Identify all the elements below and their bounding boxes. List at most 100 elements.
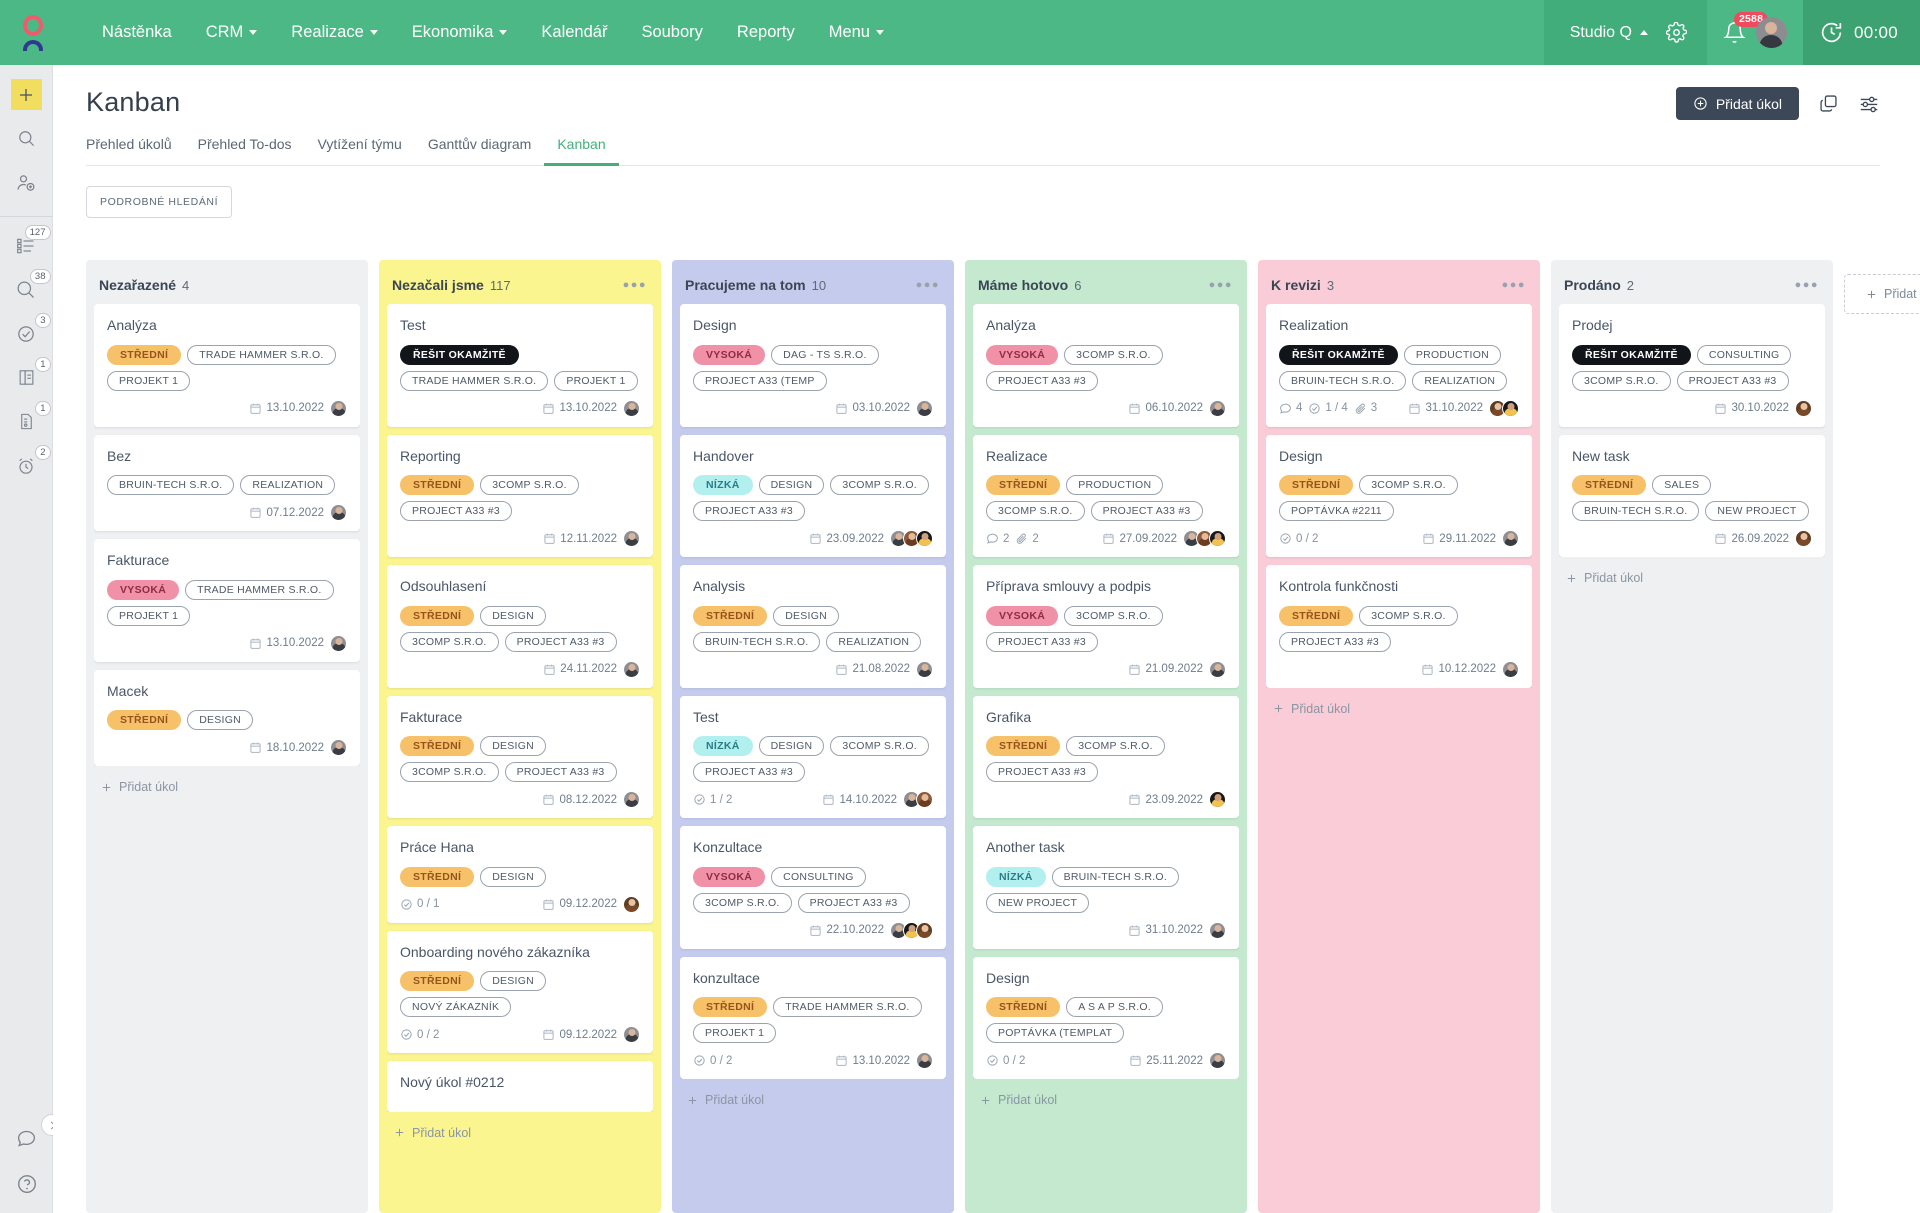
priority-badge: STŘEDNÍ [1279, 606, 1353, 626]
tab-ganttův-diagram[interactable]: Ganttův diagram [415, 136, 545, 166]
task-card[interactable]: RealizaceSTŘEDNÍPRODUCTION3COMP S.R.O.PR… [973, 435, 1239, 558]
assignee-avatars [623, 791, 640, 808]
task-title: Bez [107, 448, 347, 466]
sidebar-help-button[interactable] [11, 1168, 42, 1199]
task-title: Analýza [107, 317, 347, 335]
add-task-button[interactable]: Přidat úkol [1676, 87, 1799, 120]
priority-badge: STŘEDNÍ [693, 606, 767, 626]
nav-item-ekonomika[interactable]: Ekonomika [395, 0, 525, 65]
column-menu-icon[interactable]: ●●● [1502, 279, 1526, 291]
nav-item-realizace[interactable]: Realizace [274, 0, 394, 65]
notifications-button[interactable]: 2588 [1723, 21, 1746, 44]
workspace-label: Studio Q [1570, 24, 1632, 42]
task-card[interactable]: RealizationŘEŠIT OKAMŽITĚPRODUCTIONBRUIN… [1266, 304, 1532, 427]
add-column-button[interactable]: Přidat sloup [1844, 274, 1920, 314]
add-task-inline-button[interactable]: Přidat úkol [1559, 557, 1825, 599]
task-card[interactable]: DesignVYSOKÁDAG - TS S.R.O.PROJECT A33 (… [680, 304, 946, 427]
task-card[interactable]: HandoverNÍZKÁDESIGN3COMP S.R.O.PROJECT A… [680, 435, 946, 558]
nav-item-label: Reporty [737, 0, 795, 65]
todo-progress: 0 / 1 [400, 898, 439, 911]
add-task-inline-button[interactable]: Přidat úkol [94, 766, 360, 808]
task-card[interactable]: OdsouhlaseníSTŘEDNÍDESIGN3COMP S.R.O.PRO… [387, 565, 653, 688]
task-tag: PROJECT A33 #3 [505, 632, 617, 652]
column-header: Prodáno2●●● [1559, 260, 1825, 304]
sliders-icon[interactable] [1858, 93, 1880, 115]
user-avatar[interactable] [1756, 17, 1787, 48]
task-tag: PROJECT A33 #3 [798, 893, 910, 913]
sidebar-chat-button[interactable] [11, 1123, 42, 1154]
tab-přehled-to-dos[interactable]: Přehled To-dos [185, 136, 305, 166]
task-card[interactable]: TestŘEŠIT OKAMŽITĚTRADE HAMMER S.R.O.PRO… [387, 304, 653, 427]
sidebar-add-user-button[interactable] [11, 167, 42, 198]
task-card[interactable]: New taskSTŘEDNÍSALESBRUIN-TECH S.R.O.NEW… [1559, 435, 1825, 558]
copy-icon[interactable] [1818, 93, 1839, 114]
sidebar-reminders-button[interactable]: 2 [11, 450, 42, 481]
sidebar-documents-button[interactable]: 1 [11, 406, 42, 437]
task-card[interactable]: FakturaceVYSOKÁTRADE HAMMER S.R.O.PROJEK… [94, 539, 360, 662]
task-card[interactable]: BezBRUIN-TECH S.R.O.REALIZATION07.12.202… [94, 435, 360, 532]
add-task-inline-button[interactable]: Přidat úkol [387, 1112, 653, 1154]
task-card[interactable]: AnalysisSTŘEDNÍDESIGNBRUIN-TECH S.R.O.RE… [680, 565, 946, 688]
nav-item-soubory[interactable]: Soubory [624, 0, 719, 65]
advanced-search-button[interactable]: PODROBNÉ HLEDÁNÍ [86, 186, 232, 218]
main-menu: Nástěnka CRMRealizaceEkonomikaKalendářSou… [85, 0, 901, 65]
sidebar-knowledge-button[interactable]: 1 [11, 362, 42, 393]
task-card[interactable]: MacekSTŘEDNÍDESIGN18.10.2022 [94, 670, 360, 767]
nav-item-label: Nástěnka [102, 0, 172, 65]
add-task-inline-button[interactable]: Přidat úkol [1266, 688, 1532, 730]
task-card[interactable]: Kontrola funkčnostiSTŘEDNÍ3COMP S.R.O.PR… [1266, 565, 1532, 688]
assignee-avatars [916, 661, 933, 678]
column-menu-icon[interactable]: ●●● [1795, 279, 1819, 291]
task-card[interactable]: GrafikaSTŘEDNÍ3COMP S.R.O.PROJECT A33 #3… [973, 696, 1239, 819]
sidebar-tasks-button[interactable]: 127 [11, 230, 42, 261]
task-card[interactable]: DesignSTŘEDNÍ3COMP S.R.O.POPTÁVKA #22110… [1266, 435, 1532, 558]
sidebar-approvals-button[interactable]: 3 [11, 318, 42, 349]
task-card[interactable]: Nový úkol #0212 [387, 1061, 653, 1112]
nav-item-reporty[interactable]: Reporty [720, 0, 812, 65]
task-title: Macek [107, 683, 347, 701]
priority-badge: STŘEDNÍ [400, 971, 474, 991]
task-chips: STŘEDNÍ3COMP S.R.O.PROJECT A33 #3 [400, 475, 640, 521]
tab-přehled-úkolů[interactable]: Přehled úkolů [86, 136, 185, 166]
add-task-inline-button[interactable]: Přidat úkol [680, 1079, 946, 1121]
add-task-inline-button[interactable]: Přidat úkol [973, 1079, 1239, 1121]
column-menu-icon[interactable]: ●●● [916, 279, 940, 291]
sidebar-add-button[interactable] [11, 79, 42, 110]
gear-icon[interactable] [1666, 22, 1687, 43]
tab-vytížení-týmu[interactable]: Vytížení týmu [305, 136, 415, 166]
task-card[interactable]: Práce HanaSTŘEDNÍDESIGN0 / 109.12.2022 [387, 826, 653, 923]
task-card[interactable]: Onboarding nového zákazníkaSTŘEDNÍDESIGN… [387, 931, 653, 1054]
add-task-inline-label: Přidat úkol [1291, 702, 1350, 716]
workspace-selector[interactable]: Studio Q [1570, 24, 1648, 42]
sidebar-search-button[interactable] [11, 123, 42, 154]
task-card[interactable]: konzultaceSTŘEDNÍTRADE HAMMER S.R.O.PROJ… [680, 957, 946, 1080]
task-card[interactable]: AnalýzaSTŘEDNÍTRADE HAMMER S.R.O.PROJEKT… [94, 304, 360, 427]
task-card[interactable]: FakturaceSTŘEDNÍDESIGN3COMP S.R.O.PROJEC… [387, 696, 653, 819]
task-card[interactable]: KonzultaceVYSOKÁCONSULTING3COMP S.R.O.PR… [680, 826, 946, 949]
column-title: K revizi [1271, 277, 1321, 293]
task-tag: 3COMP S.R.O. [1066, 736, 1165, 756]
priority-badge: STŘEDNÍ [986, 997, 1060, 1017]
task-card[interactable]: TestNÍZKÁDESIGN3COMP S.R.O.PROJECT A33 #… [680, 696, 946, 819]
task-card[interactable]: ProdejŘEŠIT OKAMŽITĚCONSULTING3COMP S.R.… [1559, 304, 1825, 427]
task-chips: ŘEŠIT OKAMŽITĚPRODUCTIONBRUIN-TECH S.R.O… [1279, 345, 1519, 391]
app-logo[interactable] [0, 0, 65, 65]
timer-widget[interactable]: 00:00 [1803, 0, 1920, 65]
nav-item-kalendář[interactable]: Kalendář [524, 0, 624, 65]
tab-kanban[interactable]: Kanban [544, 136, 618, 166]
column-menu-icon[interactable]: ●●● [623, 279, 647, 291]
plus-icon [687, 1095, 698, 1106]
task-card[interactable]: DesignSTŘEDNÍA S A P S.R.O.POPTÁVKA (TEM… [973, 957, 1239, 1080]
task-card[interactable]: Another taskNÍZKÁBRUIN-TECH S.R.O.NEW PR… [973, 826, 1239, 949]
task-card[interactable]: ReportingSTŘEDNÍ3COMP S.R.O.PROJECT A33 … [387, 435, 653, 558]
nav-item-crm[interactable]: CRM [189, 0, 275, 65]
due-date-value: 31.10.2022 [1145, 924, 1203, 936]
task-meta: 0 / 225.11.2022 [986, 1052, 1226, 1069]
due-date: 21.08.2022 [835, 663, 910, 676]
nav-item-menu[interactable]: Menu [812, 0, 901, 65]
task-card[interactable]: Příprava smlouvy a podpisVYSOKÁ3COMP S.R… [973, 565, 1239, 688]
sidebar-search-tasks-button[interactable]: 38 [11, 274, 42, 305]
column-menu-icon[interactable]: ●●● [1209, 279, 1233, 291]
task-card[interactable]: AnalýzaVYSOKÁ3COMP S.R.O.PROJECT A33 #30… [973, 304, 1239, 427]
nav-item-nástěnka[interactable]: Nástěnka [85, 0, 189, 65]
